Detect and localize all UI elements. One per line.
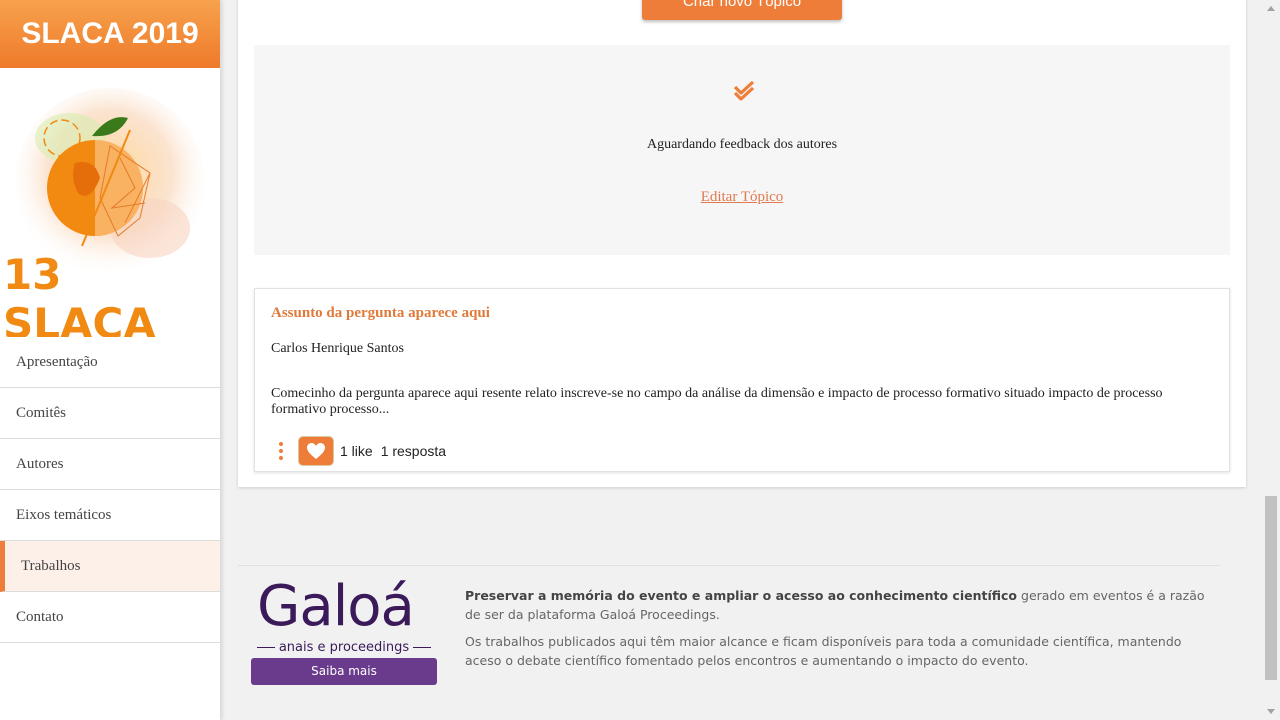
sidebar-item-autores[interactable]: Autores [0,439,220,490]
galoa-logo-subtitle: anais e proceedings [251,640,437,655]
heart-icon [307,443,325,459]
galoa-logo: Galoá anais e proceedings Saiba mais [251,574,437,690]
sidebar-item-eixos-tematicos[interactable]: Eixos temáticos [0,490,220,541]
question-title[interactable]: Assunto da pergunta aparece aqui [271,305,490,322]
create-topic-label: Criar novo Tópico [682,0,802,10]
replies-count[interactable]: 1 resposta [381,443,446,459]
sidebar-item-comites[interactable]: Comitês [0,388,220,439]
page-scrollbar[interactable] [1263,0,1280,720]
event-logo-text: 13 SLACA [3,250,156,348]
scroll-thumb[interactable] [1265,496,1277,680]
question-actions: 1 like 1 resposta [271,436,454,466]
question-body: Comecinho da pergunta aparece aqui resen… [271,386,1163,417]
topic-status-box: Aguardando feedback dos autores Editar T… [254,45,1230,255]
sidebar-item-trabalhos[interactable]: Trabalhos [0,541,220,592]
footer-text-second: Os trabalhos publicados aqui têm maior a… [465,634,1182,668]
more-options-icon[interactable] [271,438,291,464]
event-brand-title[interactable]: SLACA 2019 [0,0,220,68]
footer-text-bold: Preservar a memória do evento e ampliar … [465,588,1018,603]
likes-count: 1 like [340,443,373,459]
footer-description: Preservar a memória do evento e ampliar … [465,586,1210,678]
sidebar-item-apresentacao[interactable]: Apresentação [0,337,220,388]
saiba-mais-button[interactable]: Saiba mais [251,658,437,685]
footer-divider [238,565,1220,566]
edit-topic-link[interactable]: Editar Tópico [254,189,1230,206]
sidebar-item-contato[interactable]: Contato [0,592,220,643]
forum-panel: Criar novo Tópico Aguardando feedback do… [238,0,1246,487]
galoa-logo-text: Galoá [257,574,415,639]
like-button[interactable] [299,437,333,465]
scroll-down-icon[interactable] [1267,709,1275,714]
double-check-icon [733,81,755,101]
question-counts: 1 like 1 resposta [340,443,454,459]
sidebar: SLACA 2019 13 SLACA Apresentação Comitês… [0,0,220,720]
scroll-up-icon[interactable] [1267,6,1275,11]
question-card[interactable]: Assunto da pergunta aparece aqui Carlos … [254,288,1230,472]
question-author: Carlos Henrique Santos [271,341,404,356]
status-text: Aguardando feedback dos autores [646,137,838,152]
sidebar-nav: Apresentação Comitês Autores Eixos temát… [0,337,220,643]
create-topic-button[interactable]: Criar novo Tópico [642,0,842,20]
